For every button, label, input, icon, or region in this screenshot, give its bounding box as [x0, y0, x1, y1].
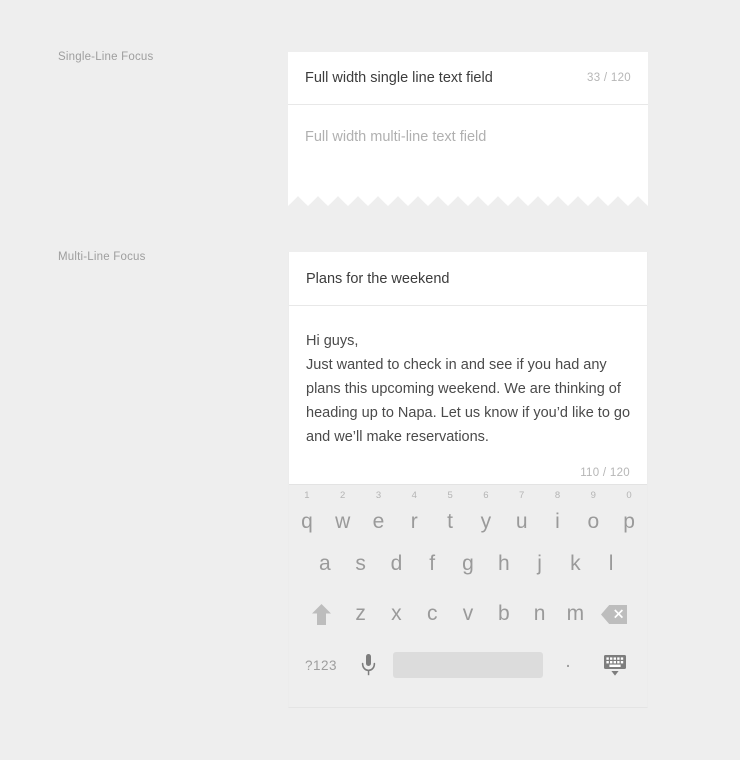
single-line-text-field-row[interactable]: Full width single line text field 33 / 1…	[288, 52, 648, 105]
message-body-line: Just wanted to check in and see if you h…	[306, 357, 607, 373]
key-a[interactable]: a	[307, 544, 343, 584]
key-label: i	[555, 510, 560, 533]
key-d[interactable]: d	[379, 544, 415, 584]
key-hint-7: 7	[519, 490, 525, 501]
key-label: o	[587, 510, 600, 533]
key-b[interactable]: b	[486, 594, 522, 634]
message-body-counter-row: 110 / 120	[289, 449, 647, 481]
message-body-line: plans this upcoming weekend. We are thin…	[306, 381, 621, 397]
key-label: p	[623, 510, 635, 533]
key-o[interactable]: 9 o	[575, 491, 611, 537]
key-h[interactable]: h	[486, 544, 522, 584]
key-x[interactable]: x	[379, 594, 415, 634]
keyboard-row-2: a s d f g h j k l	[289, 539, 647, 589]
key-k[interactable]: k	[557, 544, 593, 584]
key-f[interactable]: f	[414, 544, 450, 584]
period-key[interactable]: .	[551, 652, 585, 673]
key-c[interactable]: c	[414, 594, 450, 634]
on-screen-keyboard[interactable]: 1 q 2 w 3 e 4 r 5 t 6 y 7 u 8 i 9 o 0 p …	[289, 484, 647, 707]
hide-keyboard-icon	[603, 653, 627, 677]
shift-arrow-icon	[312, 603, 332, 625]
single-line-text-field-value[interactable]: Full width single line text field	[305, 70, 587, 86]
shift-key[interactable]	[301, 594, 343, 634]
key-hint-1: 1	[304, 490, 310, 501]
hide-keyboard-key[interactable]	[593, 653, 637, 677]
key-t[interactable]: 5 t	[432, 491, 468, 537]
message-body-line: and we’ll make reservations.	[306, 429, 489, 445]
torn-paper-edge	[288, 196, 648, 214]
key-z[interactable]: z	[343, 594, 379, 634]
key-hint-4: 4	[411, 490, 417, 501]
key-label: e	[372, 510, 385, 533]
key-hint-2: 2	[340, 490, 346, 501]
key-q[interactable]: 1 q	[289, 491, 325, 537]
keyboard-row-4: ?123 .	[289, 639, 647, 691]
key-label: u	[515, 510, 528, 533]
message-body-line: Hi guys,	[306, 333, 359, 349]
section-label-multi-line: Multi-Line Focus	[58, 251, 146, 263]
key-hint-5: 5	[447, 490, 453, 501]
single-line-focus-card: Full width single line text field 33 / 1…	[288, 52, 648, 204]
key-label: y	[480, 510, 492, 533]
message-body-line: heading up to Napa. Let us know if you’d…	[306, 405, 631, 421]
key-p[interactable]: 0 p	[611, 491, 647, 537]
key-w[interactable]: 2 w	[325, 491, 361, 537]
backspace-icon	[601, 604, 628, 624]
keyboard-row-3: z x c v b n m	[289, 589, 647, 639]
key-label: w	[335, 510, 351, 533]
key-hint-3: 3	[375, 490, 382, 501]
key-hint-8: 8	[554, 490, 561, 501]
subject-field-value[interactable]: Plans for the weekend	[306, 271, 449, 287]
key-hint-0: 0	[626, 490, 632, 501]
multi-line-text-field-placeholder[interactable]: Full width multi-line text field	[305, 129, 631, 145]
key-e[interactable]: 3 e	[361, 491, 397, 537]
key-i[interactable]: 8 i	[540, 491, 576, 537]
key-r[interactable]: 4 r	[396, 491, 432, 537]
message-body-field[interactable]: Hi guys, Just wanted to check in and see…	[289, 306, 647, 449]
key-g[interactable]: g	[450, 544, 486, 584]
microphone-icon	[361, 654, 376, 676]
key-j[interactable]: j	[522, 544, 558, 584]
key-label: q	[301, 510, 313, 533]
single-line-character-counter: 33 / 120	[587, 72, 631, 84]
key-hint-6: 6	[483, 490, 489, 501]
key-label: t	[447, 510, 454, 533]
key-s[interactable]: s	[343, 544, 379, 584]
key-y[interactable]: 6 y	[468, 491, 504, 537]
subject-field-row[interactable]: Plans for the weekend	[289, 252, 647, 306]
backspace-key[interactable]	[593, 594, 635, 634]
message-body-character-counter: 110 / 120	[580, 467, 630, 479]
key-m[interactable]: m	[557, 594, 593, 634]
key-l[interactable]: l	[593, 544, 629, 584]
symbols-key[interactable]: ?123	[299, 658, 343, 673]
key-v[interactable]: v	[450, 594, 486, 634]
keyboard-row-1: 1 q 2 w 3 e 4 r 5 t 6 y 7 u 8 i 9 o 0 p	[289, 485, 647, 539]
key-n[interactable]: n	[522, 594, 558, 634]
spacebar-key[interactable]	[393, 652, 543, 678]
key-u[interactable]: 7 u	[504, 491, 540, 537]
multi-line-text-field-row[interactable]: Full width multi-line text field	[288, 105, 648, 145]
section-label-single-line: Single-Line Focus	[58, 51, 154, 63]
key-hint-9: 9	[590, 490, 596, 501]
key-label: r	[410, 510, 418, 533]
microphone-key[interactable]	[351, 654, 385, 676]
